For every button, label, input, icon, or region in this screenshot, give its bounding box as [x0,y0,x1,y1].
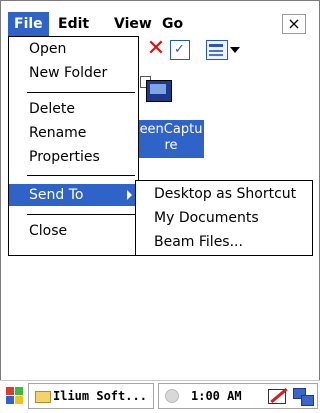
submenu-item-my-documents[interactable]: My Documents [136,207,312,229]
file-menu-dropdown: Open New Folder Delete Rename Properties… [8,36,139,256]
clock[interactable]: 1:00 AM [191,384,242,408]
delete-icon[interactable]: ✕ [146,38,166,60]
menu-item-close[interactable]: Close [9,220,138,242]
menu-item-open[interactable]: Open [9,38,138,60]
send-to-submenu: Desktop as Shortcut My Documents Beam Fi… [135,180,313,256]
file-icon[interactable] [138,76,172,104]
file-label-line-2: re [164,138,178,153]
properties-icon[interactable] [170,40,190,60]
input-panel-icon[interactable] [267,387,287,405]
menu-item-properties[interactable]: Properties [9,146,138,168]
menu-item-new-folder[interactable]: New Folder [9,62,138,84]
menu-separator [27,214,135,215]
toolbar: ✕ [140,38,310,64]
taskbar-window-label: Ilium Soft... [53,389,147,403]
system-tray: 1:00 AM [158,383,318,409]
menu-item-rename[interactable]: Rename [9,122,138,144]
menu-separator [27,175,135,176]
menu-separator [27,92,135,93]
network-icon[interactable] [293,387,314,406]
menu-edit[interactable]: Edit [52,12,95,36]
menu-item-send-to[interactable]: Send To [9,184,138,206]
menu-bar: File Edit View Go × [8,12,310,36]
menu-file[interactable]: File [8,12,49,36]
menu-go[interactable]: Go [156,12,189,36]
folder-icon [35,391,51,403]
taskbar-window-button[interactable]: Ilium Soft... [28,383,154,409]
taskbar: Ilium Soft... 1:00 AM [0,380,320,413]
screen-image-icon [146,80,172,102]
submenu-item-beam-files[interactable]: Beam Files... [136,231,312,253]
menu-item-delete[interactable]: Delete [9,98,138,120]
view-mode-icon[interactable] [206,40,228,60]
menu-item-send-to-label: Send To [29,187,84,203]
start-flag-icon[interactable] [6,387,24,405]
close-button[interactable]: × [282,14,306,34]
submenu-item-desktop-shortcut[interactable]: Desktop as Shortcut [136,183,312,205]
file-label-line-1: eenCaptu [139,122,203,137]
bluetooth-icon[interactable] [165,389,179,403]
selected-file-label[interactable]: eenCaptu re [138,120,204,158]
chevron-down-icon[interactable] [230,47,240,53]
menu-view[interactable]: View [108,12,158,36]
chevron-right-icon [127,190,132,200]
